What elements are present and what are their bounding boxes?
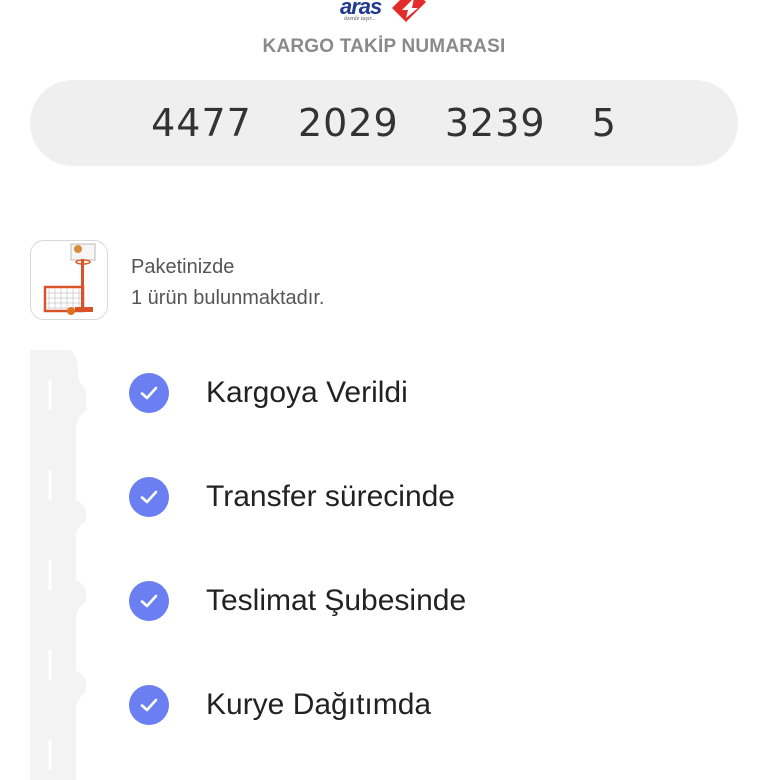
tracking-number-value: 4477 2029 3239 5 xyxy=(151,101,617,145)
check-icon xyxy=(129,685,169,725)
timeline-step-kurye-dagitimda: Kurye Dağıtımda xyxy=(129,685,431,725)
timeline-step-label: Teslimat Şubesinde xyxy=(206,584,467,617)
logo-mark-icon xyxy=(392,0,426,22)
timeline-step-label: Kargoya Verildi xyxy=(206,376,408,409)
basketball-hoop-toy-image xyxy=(43,243,96,315)
timeline-step-label: Kurye Dağıtımda xyxy=(206,688,432,721)
check-icon xyxy=(129,477,169,517)
product-thumbnail[interactable] xyxy=(30,240,108,320)
tracking-number-box[interactable]: 4477 2029 3239 5 xyxy=(30,80,738,166)
package-info-line1: Paketinizde xyxy=(131,256,235,278)
logo-tagline: özenle taşır... xyxy=(344,16,376,22)
check-icon xyxy=(129,581,169,621)
timeline-step-label: Transfer sürecinde xyxy=(206,480,455,513)
package-info: Paketinizde 1 ürün bulunmaktadır. xyxy=(131,252,324,314)
timeline-track xyxy=(30,350,86,780)
timeline-step-transfer: Transfer sürecinde xyxy=(129,477,455,517)
tracking-number-label: KARGO TAKİP NUMARASI xyxy=(262,36,506,57)
aras-kargo-logo: aras özenle taşır... xyxy=(336,0,436,28)
check-icon xyxy=(129,373,169,413)
timeline-step-teslimat-subesinde: Teslimat Şubesinde xyxy=(129,581,466,621)
timeline-step-kargoya-verildi: Kargoya Verildi xyxy=(129,373,408,413)
package-info-line2: 1 ürün bulunmaktadır. xyxy=(131,287,325,309)
